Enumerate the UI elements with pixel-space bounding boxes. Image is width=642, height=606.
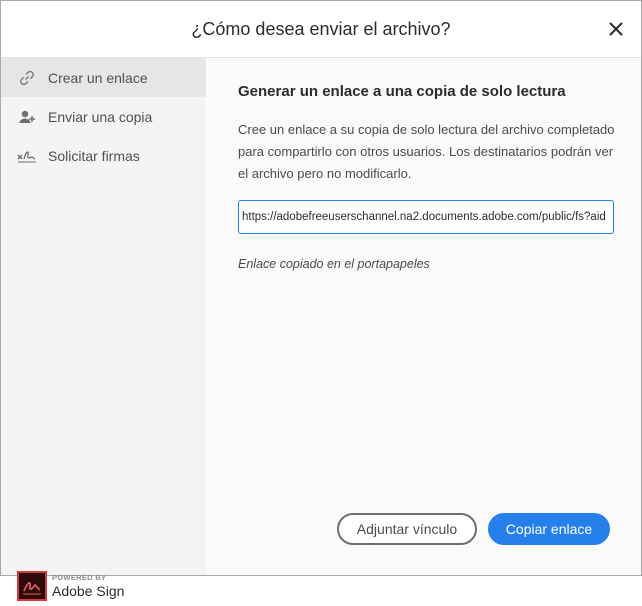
dialog-header: ¿Cómo desea enviar el archivo? — [1, 1, 641, 58]
close-icon — [609, 22, 623, 36]
sidebar-item-label: Solicitar firmas — [48, 147, 140, 164]
panel-heading: Generar un enlace a una copia de solo le… — [238, 83, 566, 100]
send-file-dialog: ¿Cómo desea enviar el archivo? Crear un … — [0, 0, 642, 601]
copied-message: Enlace copiado en el portapapeles — [238, 257, 430, 271]
brand-name: Adobe Sign — [52, 583, 125, 599]
sidebar-item-create-link[interactable]: Crear un enlace — [1, 58, 206, 97]
sidebar-item-label: Enviar una copia — [48, 108, 153, 125]
copy-link-button[interactable]: Copiar enlace — [488, 513, 610, 545]
dialog-title: ¿Cómo desea enviar el archivo? — [191, 19, 451, 39]
signature-icon — [17, 146, 37, 166]
sidebar-item-request-signatures[interactable]: Solicitar firmas — [1, 136, 206, 175]
attach-link-button[interactable]: Adjuntar vínculo — [337, 513, 477, 545]
add-person-icon — [17, 107, 37, 127]
sidebar-item-send-copy[interactable]: Enviar una copia — [1, 97, 206, 136]
main-panel: Generar un enlace a una copia de solo le… — [207, 58, 641, 575]
sidebar-item-label: Crear un enlace — [48, 69, 148, 86]
link-url-field[interactable] — [238, 200, 614, 234]
panel-description: Cree un enlace a su copia de solo lectur… — [238, 122, 615, 181]
close-button[interactable] — [605, 18, 627, 40]
sidebar: Crear un enlace Enviar una copia Solicit… — [1, 58, 206, 601]
link-icon — [17, 68, 37, 88]
powered-by-text: POWERED BY — [52, 573, 107, 582]
